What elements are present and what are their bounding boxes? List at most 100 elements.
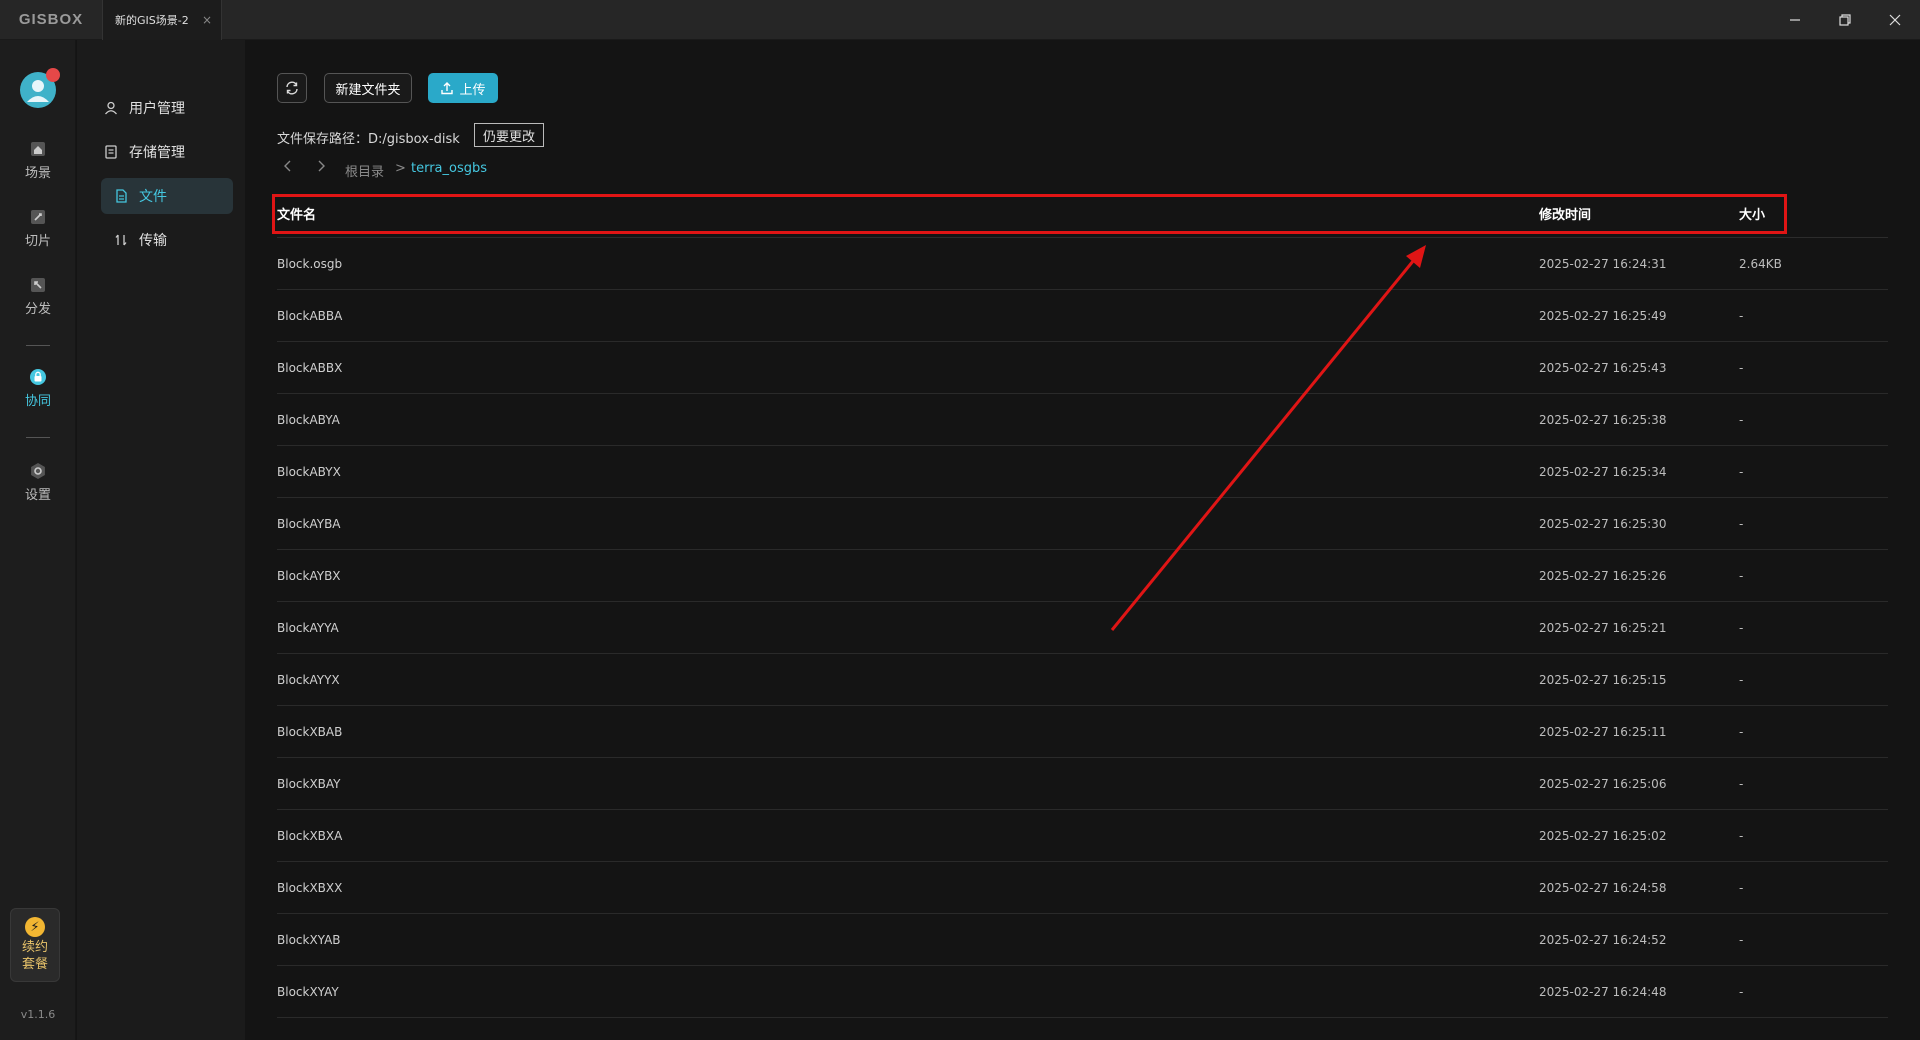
refresh-button[interactable] bbox=[277, 73, 307, 103]
menu-item-transfer[interactable]: 传输 bbox=[101, 222, 233, 258]
file-table: 文件名 修改时间 大小 Block.osgb 2025-02-27 16:24:3… bbox=[272, 190, 1888, 1018]
header-name[interactable]: 文件名 bbox=[277, 204, 1539, 223]
file-size: - bbox=[1739, 516, 1744, 531]
file-size: - bbox=[1739, 672, 1744, 687]
table-row[interactable]: BlockXYAB 2025-02-27 16:24:52 - bbox=[277, 914, 1888, 966]
file-size: - bbox=[1739, 360, 1744, 375]
storage-icon bbox=[103, 144, 119, 160]
table-row[interactable]: BlockXBAY 2025-02-27 16:25:06 - bbox=[277, 758, 1888, 810]
scene-tab[interactable]: 新的GIS场景-2 × bbox=[102, 0, 222, 40]
rail-item-distribute[interactable]: 分发 bbox=[0, 276, 76, 317]
file-size: - bbox=[1739, 932, 1744, 947]
minimize-icon bbox=[1790, 19, 1800, 21]
file-name: BlockABBA bbox=[277, 308, 343, 323]
window-controls bbox=[1770, 0, 1920, 40]
upload-button[interactable]: 上传 bbox=[428, 73, 498, 103]
breadcrumb-root[interactable]: 根目录 bbox=[345, 161, 384, 180]
slice-icon bbox=[29, 208, 47, 226]
table-row[interactable]: BlockXYAY 2025-02-27 16:24:48 - bbox=[277, 966, 1888, 1018]
tab-close-icon[interactable]: × bbox=[202, 13, 212, 27]
table-row[interactable]: Block.osgb 2025-02-27 16:24:31 2.64KB bbox=[277, 238, 1888, 290]
file-modified-time: 2025-02-27 16:25:49 bbox=[1539, 308, 1667, 323]
rail-item-settings[interactable]: 设置 bbox=[0, 462, 76, 503]
menu-label-storage: 存储管理 bbox=[129, 145, 185, 161]
file-size: - bbox=[1739, 308, 1744, 323]
restore-button[interactable] bbox=[1820, 0, 1870, 40]
promo-line-2: 套餐 bbox=[21, 957, 48, 972]
table-row[interactable]: BlockAYYX 2025-02-27 16:25:15 - bbox=[277, 654, 1888, 706]
header-modified-time[interactable]: 修改时间 bbox=[1539, 204, 1739, 223]
table-row[interactable]: BlockXBXX 2025-02-27 16:24:58 - bbox=[277, 862, 1888, 914]
file-modified-time: 2025-02-27 16:25:15 bbox=[1539, 672, 1667, 687]
refresh-icon bbox=[286, 81, 298, 95]
promo-line-1: 续约 bbox=[21, 940, 48, 955]
header-size[interactable]: 大小 bbox=[1739, 204, 1888, 223]
title-bar: GISBOX 新的GIS场景-2 × bbox=[0, 0, 1920, 40]
table-row[interactable]: BlockABBA 2025-02-27 16:25:49 - bbox=[277, 290, 1888, 342]
file-size: 2.64KB bbox=[1739, 256, 1782, 271]
upload-label: 上传 bbox=[459, 82, 486, 98]
forward-button[interactable] bbox=[316, 160, 326, 176]
app-logo: GISBOX bbox=[18, 11, 84, 28]
chevron-left-icon bbox=[284, 160, 291, 172]
storage-path: 文件保存路径：D:/gisbox-disk bbox=[277, 132, 460, 147]
file-modified-time: 2025-02-27 16:24:31 bbox=[1539, 256, 1667, 271]
new-folder-button[interactable]: 新建文件夹 bbox=[324, 73, 412, 103]
rail-item-slice[interactable]: 切片 bbox=[0, 208, 76, 249]
file-name: BlockXBXA bbox=[277, 828, 343, 843]
file-name: BlockAYBX bbox=[277, 568, 341, 583]
home-icon bbox=[29, 140, 47, 158]
table-body: Block.osgb 2025-02-27 16:24:31 2.64KB Block… bbox=[277, 238, 1888, 1018]
table-row[interactable]: BlockXBXA 2025-02-27 16:25:02 - bbox=[277, 810, 1888, 862]
menu-label-users: 用户管理 bbox=[129, 101, 185, 117]
close-button[interactable] bbox=[1870, 0, 1920, 40]
restore-icon bbox=[1839, 14, 1851, 26]
file-modified-time: 2025-02-27 16:25:34 bbox=[1539, 464, 1667, 479]
table-row[interactable]: BlockAYBA 2025-02-27 16:25:30 - bbox=[277, 498, 1888, 550]
table-row[interactable]: BlockXBAB 2025-02-27 16:25:11 - bbox=[277, 706, 1888, 758]
file-size: - bbox=[1739, 828, 1744, 843]
change-path-button[interactable]: 仍要更改 bbox=[474, 123, 545, 147]
left-rail: 场景 切片 分发 协同 设置 ⚡ 续约 套餐 v1.1.6 bbox=[0, 40, 76, 1040]
menu-label-transfer: 传输 bbox=[139, 233, 167, 249]
table-row[interactable]: BlockAYYA 2025-02-27 16:25:21 - bbox=[277, 602, 1888, 654]
menu-item-users[interactable]: 用户管理 bbox=[101, 90, 233, 126]
sub-menu: 用户管理 存储管理 文件 传输 bbox=[77, 40, 245, 1040]
file-name: BlockXBAB bbox=[277, 724, 343, 739]
close-icon bbox=[1889, 14, 1901, 26]
file-modified-time: 2025-02-27 16:24:58 bbox=[1539, 880, 1667, 895]
menu-item-files[interactable]: 文件 bbox=[101, 178, 233, 214]
file-name: BlockXBXX bbox=[277, 880, 343, 895]
file-modified-time: 2025-02-27 16:25:30 bbox=[1539, 516, 1667, 531]
file-name: BlockABYA bbox=[277, 412, 340, 427]
menu-label-files: 文件 bbox=[139, 189, 167, 205]
rail-label-settings: 设置 bbox=[24, 488, 51, 503]
chevron-right-icon bbox=[318, 160, 325, 172]
table-row[interactable]: BlockAYBX 2025-02-27 16:25:26 - bbox=[277, 550, 1888, 602]
table-row[interactable]: BlockABBX 2025-02-27 16:25:43 - bbox=[277, 342, 1888, 394]
file-icon bbox=[113, 188, 129, 204]
rail-label-distribute: 分发 bbox=[24, 302, 51, 317]
rail-item-collab[interactable]: 协同 bbox=[0, 368, 76, 409]
settings-icon bbox=[29, 462, 47, 480]
file-name: BlockXYAB bbox=[277, 932, 341, 947]
file-size: - bbox=[1739, 880, 1744, 895]
rail-divider bbox=[26, 345, 50, 346]
file-modified-time: 2025-02-27 16:24:48 bbox=[1539, 984, 1667, 999]
file-name: BlockAYYA bbox=[277, 620, 339, 635]
file-modified-time: 2025-02-27 16:25:43 bbox=[1539, 360, 1667, 375]
back-button[interactable] bbox=[283, 160, 293, 176]
minimize-button[interactable] bbox=[1770, 0, 1820, 40]
file-size: - bbox=[1739, 724, 1744, 739]
menu-item-storage[interactable]: 存储管理 bbox=[101, 134, 233, 170]
table-row[interactable]: BlockABYX 2025-02-27 16:25:34 - bbox=[277, 446, 1888, 498]
file-name: BlockXBAY bbox=[277, 776, 341, 791]
renew-plan-button[interactable]: ⚡ 续约 套餐 bbox=[10, 908, 60, 982]
file-size: - bbox=[1739, 412, 1744, 427]
table-row[interactable]: BlockABYA 2025-02-27 16:25:38 - bbox=[277, 394, 1888, 446]
file-modified-time: 2025-02-27 16:25:21 bbox=[1539, 620, 1667, 635]
file-name: BlockAYYX bbox=[277, 672, 340, 687]
file-name: BlockXYAY bbox=[277, 984, 339, 999]
rail-item-scene[interactable]: 场景 bbox=[0, 140, 76, 181]
version-label: v1.1.6 bbox=[20, 1008, 56, 1021]
